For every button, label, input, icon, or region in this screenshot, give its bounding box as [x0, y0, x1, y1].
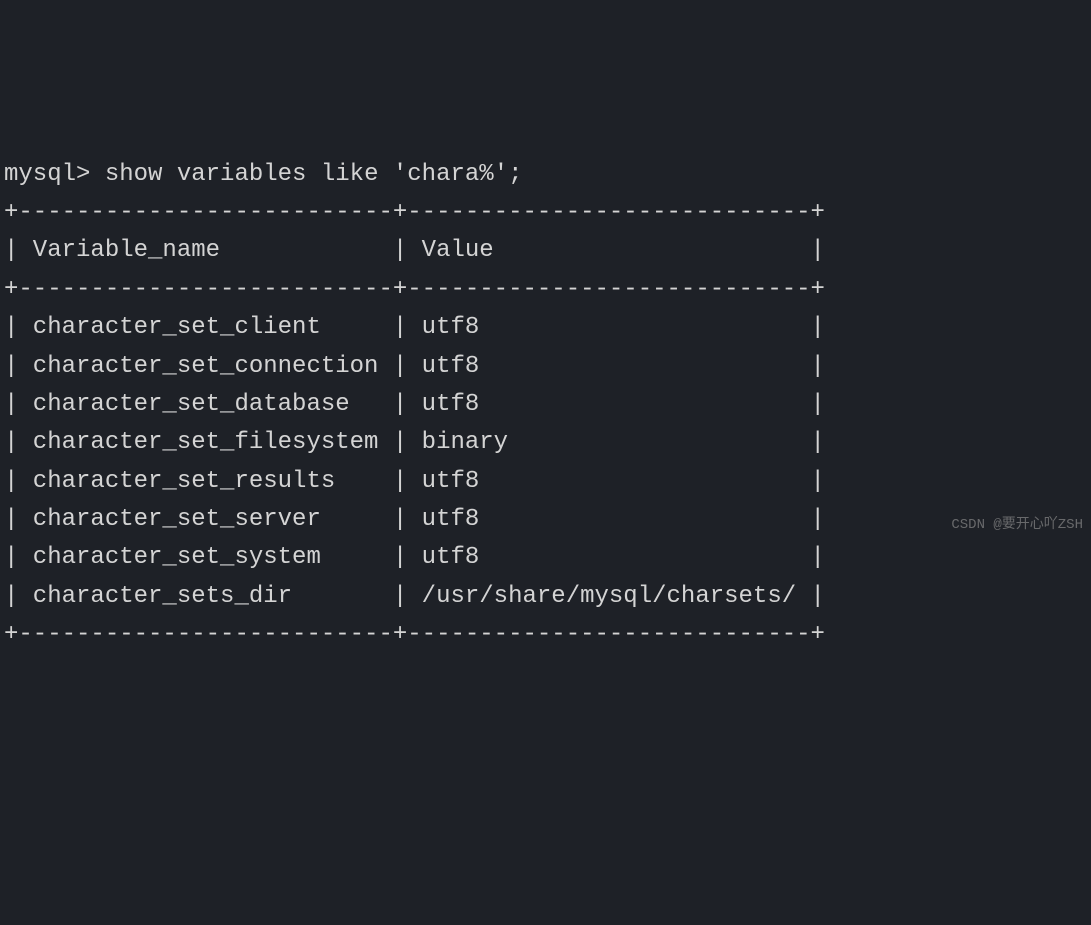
- watermark: CSDN @要开心吖ZSH: [951, 514, 1083, 536]
- table-row: | character_set_system | utf8 |: [4, 544, 825, 571]
- mysql-terminal[interactable]: mysql> show variables like 'chara%'; +--…: [0, 154, 1091, 657]
- mysql-prompt: mysql>: [4, 161, 90, 188]
- table-row: | character_set_filesystem | binary |: [4, 429, 825, 456]
- table-row: | character_set_client | utf8 |: [4, 314, 825, 341]
- table-border-top: +--------------------------+------------…: [4, 199, 825, 226]
- table-row: | character_sets_dir | /usr/share/mysql/…: [4, 583, 825, 610]
- table-border-mid: +--------------------------+------------…: [4, 276, 825, 303]
- table-row: | character_set_connection | utf8 |: [4, 353, 825, 380]
- table-row: | character_set_database | utf8 |: [4, 391, 825, 418]
- table-row: | character_set_results | utf8 |: [4, 468, 825, 495]
- table-border-bottom: +--------------------------+------------…: [4, 621, 825, 648]
- table-row: | character_set_server | utf8 |: [4, 506, 825, 533]
- sql-command: show variables like 'chara%';: [105, 161, 523, 188]
- table-header-row: | Variable_name | Value |: [4, 237, 825, 264]
